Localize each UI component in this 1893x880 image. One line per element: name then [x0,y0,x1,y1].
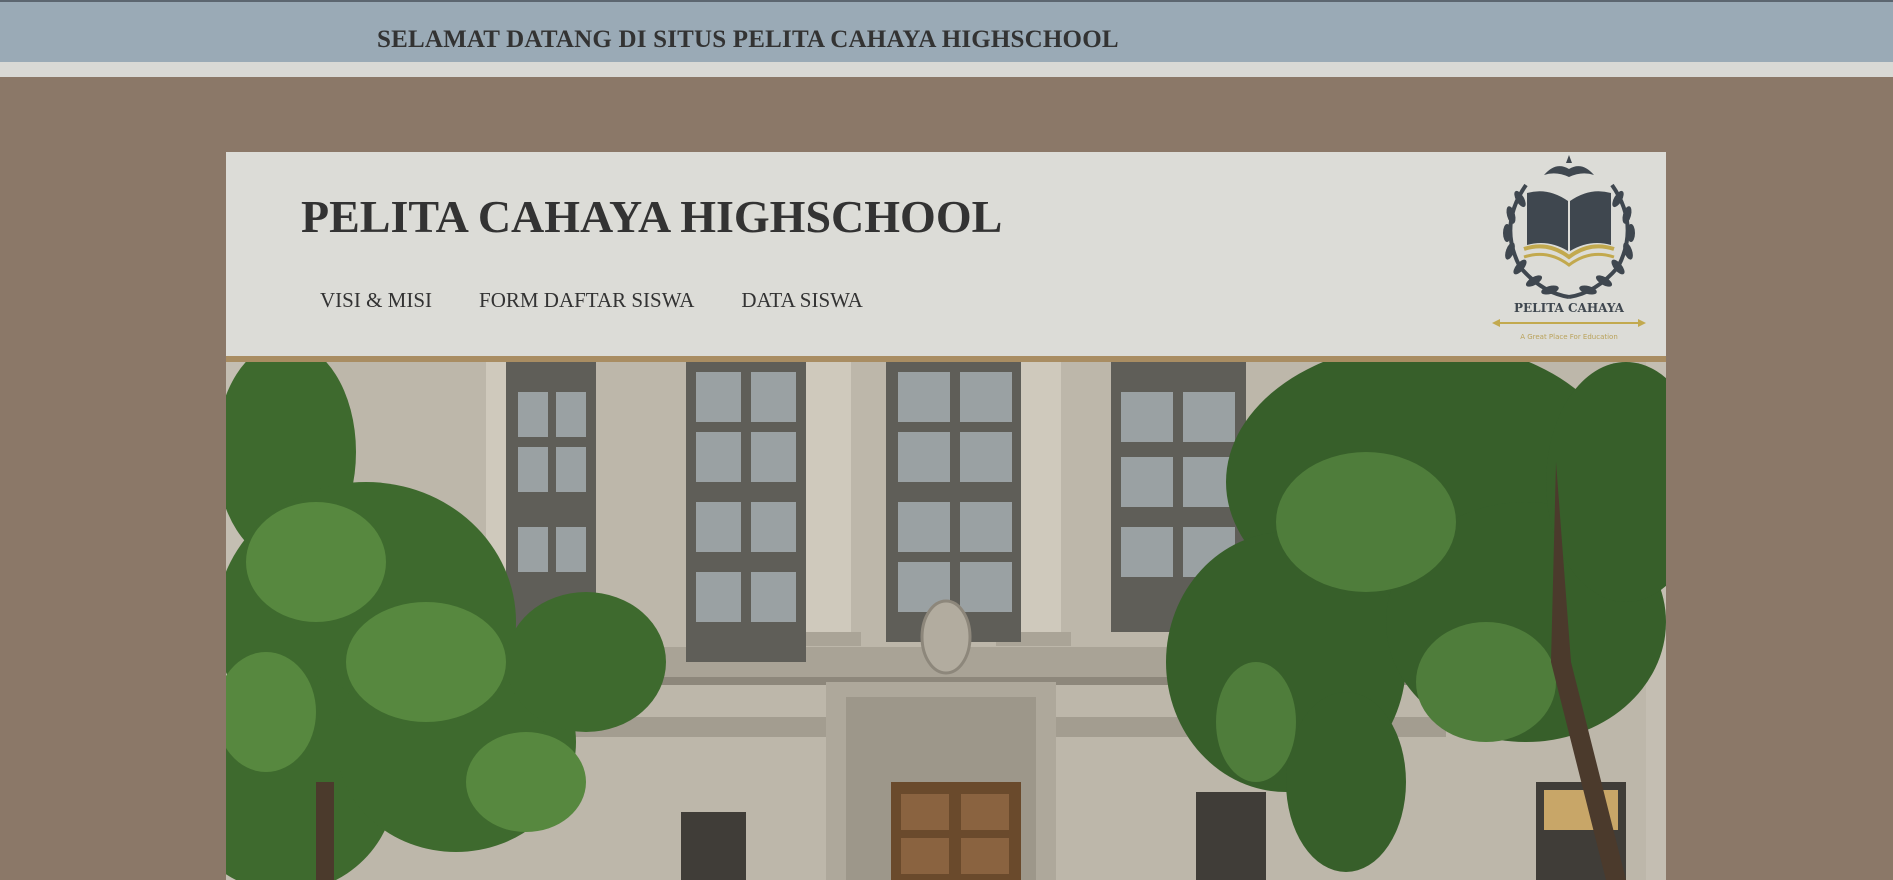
top-banner: SELAMAT DATANG DI SITUS PELITA CAHAYA HI… [0,0,1893,62]
site-header: PELITA CAHAYA HIGHSCHOOL VISI & MISI FOR… [226,152,1666,356]
nav-visi-misi[interactable]: VISI & MISI [320,288,432,313]
nav-form-daftar-siswa[interactable]: FORM DAFTAR SISWA [479,288,694,313]
school-logo[interactable]: PELITA CAHAYA A Great Place For Educatio… [1486,155,1652,345]
hero-image [226,362,1666,880]
main-card: PELITA CAHAYA HIGHSCHOOL VISI & MISI FOR… [226,152,1666,880]
school-building-photo [226,362,1666,880]
book-laurel-emblem-icon [1492,155,1646,327]
site-title: PELITA CAHAYA HIGHSCHOOL [301,191,1003,242]
nav-data-siswa[interactable]: DATA SISWA [741,288,862,313]
banner-strip [0,62,1893,77]
logo-tagline: A Great Place For Education [1520,333,1618,341]
logo-name: PELITA CAHAYA [1513,301,1624,315]
main-nav: VISI & MISI FORM DAFTAR SISWA DATA SISWA [320,288,863,313]
welcome-text: SELAMAT DATANG DI SITUS PELITA CAHAYA HI… [377,26,1119,53]
